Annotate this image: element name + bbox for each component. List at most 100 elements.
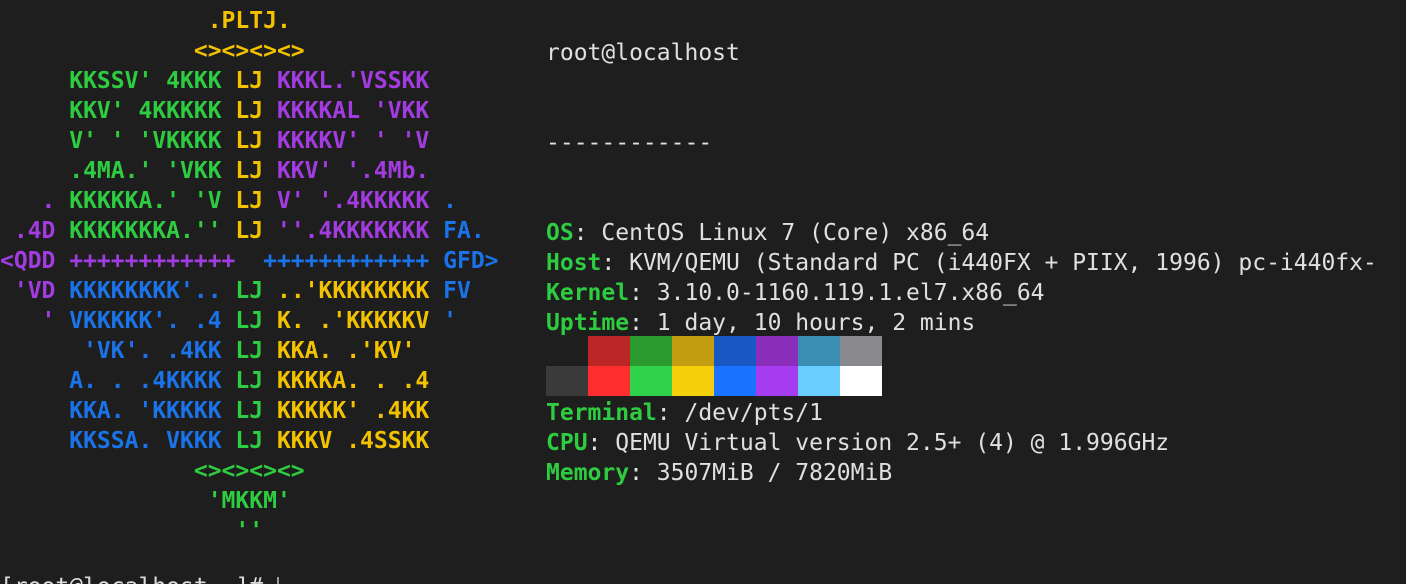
- logo-line: .4MA.' 'VKK LJ KKV' '.4Mb.: [0, 156, 499, 186]
- logo-segment: LJ: [235, 188, 264, 214]
- color-swatch: [714, 366, 756, 396]
- logo-segment: LJ: [235, 128, 264, 154]
- info-row-uptime: Uptime: 1 day, 10 hours, 2 mins: [546, 308, 1377, 338]
- logo-segment: <><><><>: [0, 458, 305, 484]
- logo-line: .4D KKKKKKKA.'' LJ ''.4KKKKKKK FA.: [0, 216, 499, 246]
- logo-segment: 'VK'. .4KK: [0, 338, 236, 364]
- logo-line: KKSSA. VKKK LJ KKKV .4SSKK: [0, 426, 499, 456]
- system-info-panel: root@localhost ------------ OS: CentOS L…: [546, 0, 1377, 548]
- logo-segment: KKKKKKKK'..: [69, 278, 236, 304]
- color-swatch: [630, 336, 672, 366]
- logo-segment: LJ: [235, 68, 264, 94]
- prompt-text: [root@localhost ~]#: [0, 574, 277, 584]
- logo-segment: KKSSA. VKKK: [0, 428, 236, 454]
- info-colon: :: [629, 310, 657, 336]
- logo-segment: .4MA.' 'VKK: [0, 158, 236, 184]
- color-swatch: [588, 336, 630, 366]
- logo-segment: ++++++++++++ GFD>: [263, 248, 499, 274]
- shell-prompt[interactable]: [root@localhost ~]#: [0, 572, 279, 584]
- info-key: Uptime: [546, 310, 630, 336]
- logo-line: A. . .4KKKK LJ KKKKA. . .4: [0, 366, 499, 396]
- logo-line: '': [0, 516, 499, 546]
- terminal-window[interactable]: .PLTJ. <><><><> KKSSV' 4KKK LJ KKKL.'VSS…: [0, 0, 1406, 584]
- logo-segment: LJ: [235, 398, 264, 424]
- info-key: OS: [546, 220, 574, 246]
- logo-segment: LJ: [235, 278, 264, 304]
- info-value: 3507MiB / 7820MiB: [656, 460, 893, 486]
- logo-segment: LJ: [235, 98, 264, 124]
- logo-segment: KKKKKA.' 'V: [69, 188, 236, 214]
- logo-segment: .: [443, 188, 457, 214]
- info-colon: :: [656, 400, 685, 426]
- logo-segment: .4D: [0, 218, 70, 244]
- logo-segment: KKKL.'VSSKK: [263, 68, 430, 94]
- user-host-title: root@localhost: [546, 40, 740, 66]
- logo-line: KKV' 4KKKKK LJ KKKKAL 'VKK: [0, 96, 499, 126]
- logo-segment: KKKKA. . .4: [263, 368, 430, 394]
- logo-segment: V' '.4KKKKK: [263, 188, 444, 214]
- logo-segment: ''.4KKKKKKK: [263, 218, 444, 244]
- logo-segment: LJ: [235, 368, 264, 394]
- color-swatch: [630, 366, 672, 396]
- logo-line: 'VD KKKKKKKK'.. LJ ..'KKKKKKKK FV: [0, 276, 499, 306]
- info-colon: :: [629, 460, 657, 486]
- info-value: KVM/QEMU (Standard PC (i440FX + PIIX, 19…: [629, 250, 1377, 276]
- text-cursor: [276, 576, 279, 584]
- logo-segment: 'VD: [0, 278, 70, 304]
- logo-line: .PLTJ.: [0, 6, 499, 36]
- color-swatch: [714, 336, 756, 366]
- logo-segment: KKSSV' 4KKK: [0, 68, 236, 94]
- color-swatch: [546, 366, 588, 396]
- info-colon: :: [587, 430, 616, 456]
- color-swatch: [756, 336, 798, 366]
- color-swatch: [756, 366, 798, 396]
- logo-line: <><><><>: [0, 456, 499, 486]
- info-value: 1 day, 10 hours, 2 mins: [656, 310, 976, 336]
- palette-normal-row: [546, 336, 882, 366]
- info-colon: :: [629, 280, 657, 306]
- color-swatch: [588, 366, 630, 396]
- logo-segment: LJ: [235, 338, 264, 364]
- logo-segment: ': [0, 308, 70, 334]
- title-separator: ------------: [546, 130, 713, 156]
- logo-line: KKSSV' 4KKK LJ KKKL.'VSSKK: [0, 66, 499, 96]
- info-colon: :: [601, 250, 630, 276]
- palette-bright-row: [546, 366, 882, 396]
- logo-line: V' ' 'VKKKK LJ KKKKV' ' 'V: [0, 126, 499, 156]
- info-row-os: OS: CentOS Linux 7 (Core) x86_64: [546, 218, 1377, 248]
- logo-segment: KKKKKKKA.'': [69, 218, 236, 244]
- info-row-terminal: Terminal: /dev/pts/1: [546, 398, 1377, 428]
- info-key: Terminal: [546, 400, 657, 426]
- logo-segment: <QDD ++++++++++++: [0, 248, 264, 274]
- info-value: /dev/pts/1: [684, 400, 823, 426]
- logo-segment: KKKV .4SSKK: [263, 428, 430, 454]
- color-swatch: [798, 336, 840, 366]
- logo-segment: LJ: [235, 308, 264, 334]
- logo-segment: LJ: [235, 158, 264, 184]
- info-key: Kernel: [546, 280, 630, 306]
- info-value: CentOS Linux 7 (Core) x86_64: [601, 220, 990, 246]
- logo-segment: K. .'KKKKKV: [263, 308, 444, 334]
- logo-segment: .: [0, 188, 70, 214]
- color-swatch: [840, 336, 882, 366]
- logo-line: <QDD ++++++++++++ ++++++++++++ GFD>: [0, 246, 499, 276]
- logo-segment: V' ' 'VKKKK: [0, 128, 236, 154]
- logo-segment: KKKKK' .4KK: [263, 398, 430, 424]
- logo-segment: <><><><>: [0, 38, 305, 64]
- logo-segment: .PLTJ.: [0, 8, 291, 34]
- logo-segment: KKKKV' ' 'V: [263, 128, 430, 154]
- info-value: 3.10.0-1160.119.1.el7.x86_64: [656, 280, 1045, 306]
- logo-segment: ': [443, 308, 457, 334]
- logo-segment: ..'KKKKKKKK: [263, 278, 444, 304]
- logo-line: ' VKKKKK'. .4 LJ K. .'KKKKKV ': [0, 306, 499, 336]
- color-swatch: [672, 366, 714, 396]
- logo-segment: KKKKAL 'VKK: [263, 98, 430, 124]
- info-row-host: Host: KVM/QEMU (Standard PC (i440FX + PI…: [546, 248, 1377, 278]
- info-value: QEMU Virtual version 2.5+ (4) @ 1.996GHz: [615, 430, 1170, 456]
- color-palette: [546, 336, 882, 396]
- color-swatch: [840, 366, 882, 396]
- logo-line: KKA. 'KKKKK LJ KKKKK' .4KK: [0, 396, 499, 426]
- color-swatch: [546, 336, 588, 366]
- logo-segment: 'MKKM': [0, 488, 291, 514]
- logo-segment: LJ: [235, 218, 264, 244]
